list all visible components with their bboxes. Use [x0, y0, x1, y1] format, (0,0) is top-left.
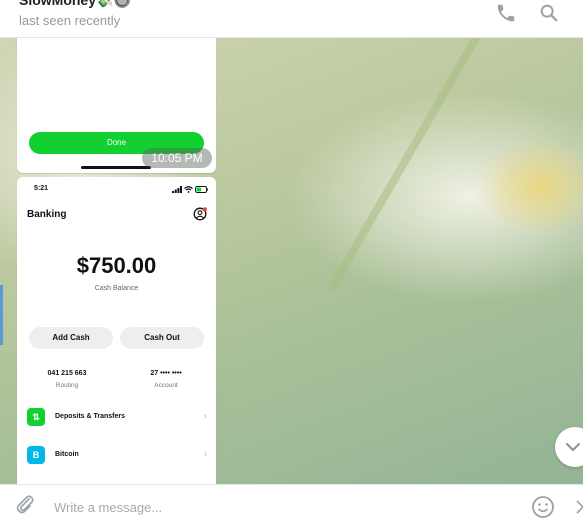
- list-item-label: Deposits & Transfers: [55, 413, 126, 420]
- signal-icon: [172, 185, 182, 193]
- phone-icon[interactable]: [495, 2, 517, 24]
- battery-icon: [195, 185, 208, 193]
- phone-status-time: 5:21: [34, 185, 49, 192]
- paperclip-icon[interactable]: [14, 493, 36, 515]
- chevron-right-icon: ›: [203, 449, 207, 460]
- message-composer: [0, 484, 583, 518]
- list-item-bitcoin: B Bitcoin ›: [27, 446, 207, 466]
- wifi-icon: [184, 185, 193, 193]
- transfer-icon: ⇅: [27, 408, 45, 426]
- routing-label: Routing: [55, 382, 79, 389]
- banking-title: Banking: [27, 209, 67, 220]
- contact-name[interactable]: SlowMoney💸🔘: [19, 0, 131, 9]
- account-label: Account: [154, 382, 178, 389]
- chat-header: SlowMoney💸🔘 last seen recently: [0, 0, 583, 38]
- profile-icon: [193, 207, 207, 221]
- cash-out-button: Cash Out: [120, 327, 204, 349]
- cash-balance-amount: $750.00: [76, 253, 157, 278]
- message-time: 10:05 PM: [142, 148, 212, 168]
- cash-balance-label: Cash Balance: [94, 285, 139, 292]
- image-message-banking[interactable]: 5:21 Banking $750.00 Cash Balance Add Ca…: [17, 177, 216, 487]
- home-indicator: [81, 166, 151, 169]
- contact-status: last seen recently: [19, 13, 121, 28]
- send-icon[interactable]: [575, 497, 583, 517]
- chevron-down-icon: [566, 443, 580, 451]
- background-flower-stem: [326, 37, 484, 293]
- account-number: 27 •••• ••••: [150, 370, 182, 377]
- add-cash-button: Add Cash: [29, 327, 113, 349]
- list-item-label: Bitcoin: [55, 451, 79, 458]
- routing-number: 041 215 663: [47, 370, 87, 377]
- left-edge-indicator: [0, 285, 3, 345]
- bitcoin-icon: B: [27, 446, 45, 464]
- chevron-right-icon: ›: [203, 411, 207, 422]
- phone-status-icons: [172, 185, 208, 193]
- emoji-icon[interactable]: [531, 495, 555, 519]
- list-item-deposits: ⇅ Deposits & Transfers ›: [27, 408, 207, 428]
- search-icon[interactable]: [538, 2, 560, 24]
- message-input[interactable]: [48, 496, 500, 518]
